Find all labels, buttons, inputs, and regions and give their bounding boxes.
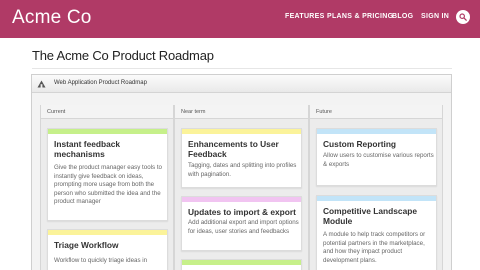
page-title: The Acme Co Product Roadmap [32,48,214,63]
card-color-strip [182,197,301,202]
card-description: Give the product manager easy tools to i… [54,164,162,206]
roadmap-card[interactable]: Triage Workflow Workflow to quickly tria… [47,229,168,270]
brand-logo[interactable]: Acme Co [12,7,92,29]
nav-link-plans-pricing[interactable]: PLANS & PRICING [327,13,393,20]
column-label: Near term [181,109,206,115]
roadmap-card[interactable]: Instant feedback mechanisms Give the pro… [47,128,168,221]
card-color-strip [317,196,436,201]
column-near-term: Near term Enhancements to User Feedback … [174,105,309,270]
card-description: A module to help track competitors or po… [323,231,426,264]
roadmap-card[interactable] [181,259,302,270]
card-title: Triage Workflow [54,240,119,250]
column-header: Current [41,105,173,119]
top-nav-bar: Acme Co FEATURES PLANS & PRICING BLOG SI… [0,0,480,38]
card-title: Custom Reporting [323,139,397,149]
column-header: Future [310,105,442,119]
card-description: Allow users to customise various reports… [323,152,434,168]
column-current: Current Instant feedback mechanisms Give… [40,105,174,270]
search-button[interactable] [456,10,470,24]
column-label: Current [47,109,66,115]
nav-link-sign-in[interactable]: SIGN IN [421,13,449,20]
card-description: Tagging, dates and splitting into profil… [188,162,297,178]
nav-link-blog[interactable]: BLOG [392,13,413,20]
roadmap-card[interactable]: Updates to import & export Add additiona… [181,196,302,251]
title-divider [32,68,452,69]
card-color-strip [182,129,301,134]
roadmap-board: Web Application Product Roadmap Current … [31,74,452,270]
card-title: Instant feedback mechanisms [54,139,121,159]
board-header: Web Application Product Roadmap [32,75,451,93]
card-color-strip [48,129,167,134]
card-color-strip [48,230,167,235]
card-color-strip [182,260,301,265]
card-title: Competitive Landscape Module [323,206,418,226]
card-description: Add additional export and import options… [188,219,299,235]
card-color-strip [317,129,436,134]
roadmap-icon [37,80,46,88]
column-future: Future Custom Reporting Allow users to c… [309,105,443,270]
board-title: Web Application Product Roadmap [54,80,147,86]
roadmap-card[interactable]: Custom Reporting Allow users to customis… [316,128,437,186]
search-icon [459,13,467,21]
roadmap-card[interactable]: Enhancements to User Feedback Tagging, d… [181,128,302,188]
nav-link-features[interactable]: FEATURES [285,13,325,20]
column-label: Future [316,109,332,115]
roadmap-card[interactable]: Competitive Landscape Module A module to… [316,195,437,270]
card-title: Updates to import & export [188,207,296,217]
column-header: Near term [175,105,308,119]
card-description: Workflow to quickly triage ideas in [54,257,148,264]
card-title: Enhancements to User Feedback [188,139,279,159]
